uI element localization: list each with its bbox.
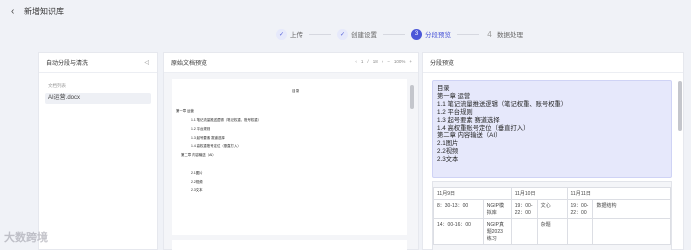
panel-header: 自动分段与清洗 ◁ bbox=[39, 53, 157, 73]
panel-header: 原始文档预览 ‹ 1 / 18 › − 100% + bbox=[164, 53, 418, 73]
chunk-line: 第一章 运营 bbox=[437, 92, 471, 100]
zoom-in-icon[interactable]: + bbox=[409, 59, 412, 64]
page-separator: / bbox=[367, 59, 369, 64]
document-page: 目录 第一章 运营 1.1 笔记流量推送逻辑（笔记权重、账号权重） 1.2 平台… bbox=[172, 79, 407, 235]
segment-chunk[interactable]: 目录 第一章 运营 1.1 笔记流量推送逻辑（笔记权重、账号权重） 1.2 平台… bbox=[432, 80, 672, 178]
stepper: ✓ 上传 ✓ 创建设置 3 分段预览 4 数据处理 bbox=[276, 28, 523, 40]
table-cell: 杂题 bbox=[536, 218, 568, 245]
chunk-line: 目录 bbox=[437, 85, 450, 92]
panel-title: 分段预览 bbox=[430, 61, 455, 67]
doc-line: 1.2 平台规则 bbox=[191, 127, 211, 131]
original-preview-panel: 原始文档预览 ‹ 1 / 18 › − 100% + 目录 第一章 运营 1.1… bbox=[163, 52, 419, 250]
step-divider bbox=[309, 33, 331, 35]
segment-settings-panel: 自动分段与清洗 ◁ 文档列表 AI运营.docx bbox=[38, 52, 158, 250]
step-divider bbox=[383, 33, 405, 35]
doc-line: 2.3文本 bbox=[191, 188, 203, 192]
step-processing[interactable]: 4 数据处理 bbox=[485, 29, 523, 40]
table-cell: 8：30-13：00 bbox=[433, 199, 484, 219]
table-cell: 11月9日 bbox=[433, 187, 512, 200]
table-cell: NGIP真题2023练习 bbox=[482, 218, 512, 245]
step-settings[interactable]: ✓ 创建设置 bbox=[337, 28, 377, 40]
document-page bbox=[172, 240, 407, 250]
table-row: 8：30-13：00 NGIP模拟库 19：00-22：00 文心 19：00-… bbox=[433, 199, 671, 219]
check-icon: ✓ bbox=[337, 28, 348, 40]
zoom-out-icon[interactable]: − bbox=[387, 59, 390, 64]
table-cell: 数据结构 bbox=[592, 199, 671, 219]
panel-title: 自动分段与清洗 bbox=[46, 61, 89, 67]
table-cell: 19：00-22：00 bbox=[510, 199, 538, 219]
panel-header: 分段预览 bbox=[423, 53, 683, 73]
table-cell: 14：00-16：00 bbox=[433, 218, 484, 245]
top-bar: ‹ 新增知识库 bbox=[0, 0, 691, 22]
table-cell bbox=[510, 218, 538, 245]
scrollbar-thumb[interactable] bbox=[678, 81, 682, 131]
segment-chunk[interactable]: 11月9日 11月10日 11月11日 8：30-13：00 NGIP模拟库 1… bbox=[432, 181, 672, 250]
table-cell: 11月10日 bbox=[510, 187, 568, 200]
chunk-line: 1.2 平台规则 bbox=[437, 108, 473, 116]
doc-line: 2.1图片 bbox=[191, 171, 203, 175]
chunk-line: 1.1 笔记流量推送逻辑（笔记权重、账号权重） bbox=[437, 100, 568, 108]
step-number: 3 bbox=[411, 28, 422, 40]
doc-line: 2.2视频 bbox=[191, 180, 203, 184]
table-row: 14：00-16：00 NGIP真题2023练习 杂题 bbox=[433, 218, 671, 245]
table-cell: 11月11日 bbox=[566, 187, 671, 200]
doc-line: 第一章 运营 bbox=[176, 109, 194, 113]
table-cell: NGIP模拟库 bbox=[482, 199, 512, 219]
doc-line: 1.4 高权重账号定位（垂直打入） bbox=[191, 144, 241, 148]
step-label: 创建设置 bbox=[351, 32, 377, 39]
chunk-line: 2.1图片 bbox=[437, 140, 459, 148]
zoom-level: 100% bbox=[393, 59, 406, 64]
scrollbar-thumb[interactable] bbox=[410, 85, 414, 109]
step-label: 数据处理 bbox=[497, 32, 523, 39]
document-item[interactable]: AI运营.docx bbox=[45, 93, 151, 104]
document-list-title: 文档列表 bbox=[48, 83, 66, 88]
doc-line: 第二章 内容输送（AI） bbox=[181, 153, 216, 157]
segment-preview-panel: 分段预览 目录 第一章 运营 1.1 笔记流量推送逻辑（笔记权重、账号权重） 1… bbox=[422, 52, 684, 250]
step-number: 4 bbox=[487, 29, 492, 39]
chevron-left-icon[interactable]: ‹ bbox=[11, 6, 14, 17]
table-cell bbox=[566, 218, 594, 245]
page-number[interactable]: 1 bbox=[361, 59, 364, 64]
table-cell bbox=[592, 218, 671, 245]
doc-line: 1.3 起号要素 赛道选择 bbox=[191, 136, 225, 140]
page-title: 新增知识库 bbox=[24, 7, 64, 16]
step-divider bbox=[457, 33, 479, 35]
step-label: 分段预览 bbox=[425, 32, 451, 39]
page-total: 18 bbox=[372, 59, 378, 64]
next-page-icon[interactable]: › bbox=[382, 59, 384, 64]
step-upload[interactable]: ✓ 上传 bbox=[276, 28, 303, 40]
chunk-line: 1.3 起号要素 赛道选择 bbox=[437, 116, 500, 124]
document-preview-area[interactable]: 目录 第一章 运营 1.1 笔记流量推送逻辑（笔记权重、账号权重） 1.2 平台… bbox=[164, 73, 418, 250]
watermark-logo: 大数跨境 bbox=[4, 232, 48, 244]
pager: ‹ 1 / 18 › − 100% + bbox=[355, 59, 412, 64]
table-row: 11月9日 11月10日 11月11日 bbox=[433, 187, 671, 200]
step-preview[interactable]: 3 分段预览 bbox=[411, 28, 451, 40]
check-icon: ✓ bbox=[276, 28, 287, 40]
chunk-line: 2.2视频 bbox=[437, 148, 459, 156]
table-cell: 19：00-22：00 bbox=[566, 199, 594, 219]
schedule-table: 11月9日 11月10日 11月11日 8：30-13：00 NGIP模拟库 1… bbox=[433, 187, 671, 245]
chunk-line: 2.3文本 bbox=[437, 156, 459, 164]
prev-page-icon[interactable]: ‹ bbox=[355, 59, 357, 64]
doc-heading: 目录 bbox=[292, 89, 300, 93]
table-cell: 文心 bbox=[536, 199, 568, 219]
doc-line: 1.1 笔记流量推送逻辑（笔记权重、账号权重） bbox=[191, 118, 262, 122]
step-label: 上传 bbox=[290, 32, 303, 39]
chunk-line: 第二章 内容输送（AI） bbox=[437, 132, 502, 140]
panel-title: 原始文档预览 bbox=[171, 61, 208, 67]
collapse-left-icon[interactable]: ◁ bbox=[144, 59, 149, 66]
